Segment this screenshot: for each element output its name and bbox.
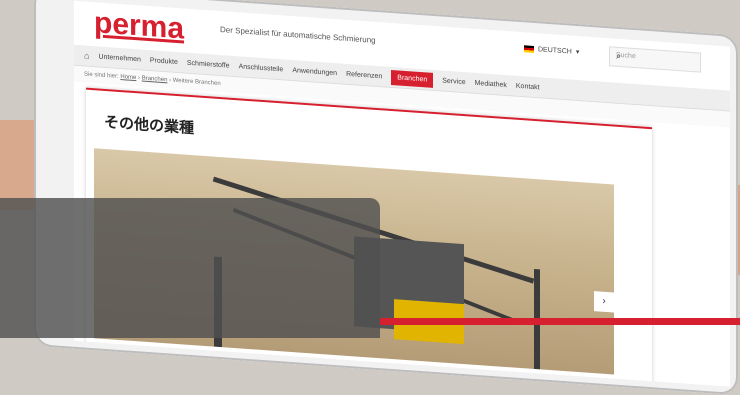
nav-item-unternehmen[interactable]: Unternehmen (98, 53, 140, 63)
language-label: DEUTSCH (538, 45, 572, 56)
chevron-down-icon: ▾ (575, 48, 580, 57)
nav-item-anwendungen[interactable]: Anwendungen (292, 67, 337, 77)
perma-logo[interactable]: perma (94, 6, 184, 46)
breadcrumb-branchen[interactable]: Branchen (142, 76, 168, 84)
breadcrumb-prefix: Sie sind hier: (84, 71, 119, 80)
language-selector[interactable]: DEUTSCH ▾ (524, 44, 579, 56)
german-flag-icon (524, 44, 534, 53)
page-title: その他の業種 (104, 112, 195, 138)
nav-item-service[interactable]: Service (442, 77, 465, 86)
home-icon[interactable]: ⌂ (84, 50, 89, 60)
search-input[interactable]: Suche ⌕ (609, 46, 701, 73)
nav-item-branchen[interactable]: Branchen (391, 69, 434, 88)
nav-item-anschlussteile[interactable]: Anschlussteile (239, 63, 284, 73)
nav-item-produkte[interactable]: Produkte (150, 57, 178, 66)
nav-item-referenzen[interactable]: Referenzen (346, 70, 382, 80)
breadcrumb-home[interactable]: Home (120, 74, 136, 81)
nav-item-kontakt[interactable]: Kontakt (516, 82, 540, 91)
nav-item-schmierstoffe[interactable]: Schmierstoffe (187, 59, 230, 69)
search-icon[interactable]: ⌕ (616, 51, 694, 67)
carousel-next-button[interactable]: › (594, 291, 614, 313)
nav-item-mediathek[interactable]: Mediathek (475, 79, 507, 88)
slogan-text: Der Spezialist für automatische Schmieru… (220, 25, 376, 45)
red-accent-strip (380, 318, 740, 325)
dark-overlay-panel (0, 198, 380, 338)
breadcrumb-current: Weitere Branchen (172, 77, 221, 88)
